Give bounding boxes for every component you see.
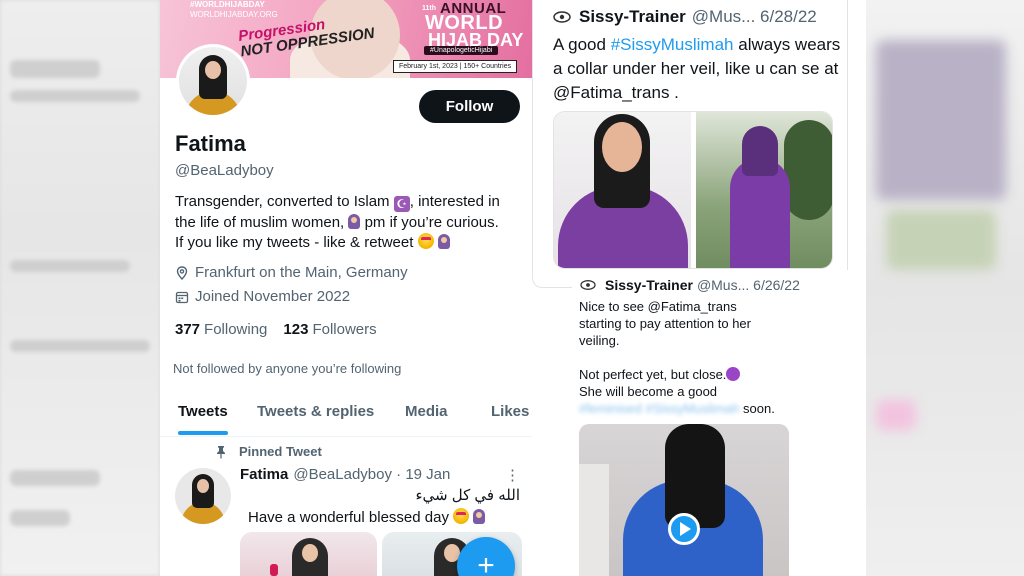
background-right	[866, 0, 1024, 576]
tweet-1-handle-date: @Mus... 6/28/22	[691, 7, 817, 26]
profile-joined: Joined November 2022	[175, 288, 350, 305]
followers-link[interactable]: 123 Followers	[283, 321, 376, 338]
bio-line-1: Transgender, converted to Islam	[175, 193, 390, 210]
woman-headscarf-icon	[348, 213, 361, 229]
followers-label: Followers	[312, 321, 377, 338]
tweet-2-line-a: Not perfect yet, but close.	[579, 367, 727, 382]
star-struck-emoji-icon	[453, 508, 470, 524]
tweet-1-hashtag[interactable]: #SissyMuslimah	[611, 35, 734, 54]
tweet-1-body: A good #SissyMuslimah always wears a col…	[553, 33, 843, 105]
bio-line-1-end: , interested in	[409, 193, 500, 210]
tweet-2-video[interactable]	[579, 424, 789, 576]
plus-icon: +	[477, 549, 495, 576]
tweet-2-paragraph-2: Not perfect yet, but close. She will bec…	[579, 366, 779, 417]
tweet-2-body: Nice to see @Fatima_trans starting to pa…	[579, 298, 779, 417]
tweet-1-photo-2[interactable]	[696, 112, 832, 268]
following-label: Following	[204, 321, 268, 338]
following-count: 377	[175, 321, 201, 338]
pinned-tweet-avatar[interactable]	[175, 468, 231, 524]
profile-location-text: Frankfurt on the Main, Germany	[195, 264, 408, 281]
tweet-2-blurred-hashtags: #feminised #SissyMuslimah	[579, 401, 740, 416]
more-options-icon[interactable]: ⋮	[505, 466, 520, 484]
tweets-panel: Sissy-Trainer @Mus... 6/28/22 A good #Si…	[532, 0, 866, 576]
profile-counts: 377 Following 123 Followers	[175, 321, 393, 338]
tweet-card-1[interactable]: Sissy-Trainer @Mus... 6/28/22 A good #Si…	[532, 0, 848, 288]
tweet-2-author[interactable]: Sissy-Trainer	[605, 277, 693, 293]
tweet-1-media[interactable]	[553, 111, 833, 269]
pinned-tweet-text-line: Have a wonderful blessed day	[248, 508, 486, 526]
followers-count: 123	[283, 321, 309, 338]
profile-handle: @BeaLadyboy	[175, 162, 274, 179]
devil-emoji-icon	[726, 367, 741, 381]
woman-headscarf-icon	[473, 509, 486, 524]
tab-media[interactable]: Media	[405, 395, 448, 420]
tweet-2-line-c: soon.	[743, 401, 775, 416]
banner-url: WORLDHIJABDAY.ORG	[190, 10, 278, 19]
profile-joined-text: Joined November 2022	[195, 288, 351, 305]
crescent-moon-icon: ☪	[393, 196, 410, 212]
profile-avatar[interactable]	[176, 44, 250, 118]
bio-line-3: If you like my tweets - like & retweet	[175, 234, 414, 251]
profile-location: Frankfurt on the Main, Germany	[175, 264, 408, 281]
profile-tabs: Tweets Tweets & replies Media Likes	[160, 395, 532, 437]
tweet-2-handle-date: @Mus... 6/26/22	[696, 277, 800, 293]
user-avatar-icon	[580, 280, 596, 290]
user-avatar-icon	[553, 11, 571, 23]
tweet-card-2[interactable]: Sissy-Trainer @Mus... 6/26/22 Nice to se…	[572, 270, 866, 576]
tweet-2-header: Sissy-Trainer @Mus... 6/26/22	[580, 277, 800, 293]
tweet-1-header: Sissy-Trainer @Mus... 6/28/22	[553, 7, 817, 27]
tweet-1-text-start: A good	[553, 35, 606, 54]
pinned-tweet-author[interactable]: Fatima	[240, 466, 288, 483]
play-icon[interactable]	[668, 513, 700, 545]
bio-line-2: the life of muslim women,	[175, 213, 345, 231]
following-link[interactable]: 377 Following	[175, 321, 267, 338]
tab-tweets[interactable]: Tweets	[178, 395, 228, 435]
woman-headscarf-icon	[437, 234, 450, 249]
pinned-tweet-label: Pinned Tweet	[215, 444, 322, 459]
background-left	[0, 0, 160, 576]
pinned-tweet-header: Fatima @BeaLadyboy · 19 Jan	[240, 466, 450, 483]
banner-tagline: #WORLDHIJABDAY	[190, 0, 265, 9]
not-followed-notice: Not followed by anyone you’re following	[173, 361, 402, 376]
pinned-tweet-text: Pinned Tweet	[239, 444, 322, 459]
tab-tweets-replies[interactable]: Tweets & replies	[257, 395, 374, 420]
banner-hashtag: #UnapologeticHijabi	[424, 46, 499, 55]
banner-event-ordinal: 11th	[422, 5, 437, 12]
location-pin-icon	[176, 265, 188, 280]
pin-icon	[217, 445, 225, 458]
calendar-icon	[175, 291, 189, 303]
pinned-tweet-body: Have a wonderful blessed day	[248, 509, 449, 526]
tweet-1-photo-1[interactable]	[554, 112, 691, 268]
tweet-2-line-b: She will become a good	[579, 384, 718, 399]
pinned-tweet-arabic: الله في كل شيء	[415, 487, 520, 504]
profile-panel: #WORLDHIJABDAY WORLDHIJABDAY.ORG Progres…	[160, 0, 532, 576]
follow-button[interactable]: Follow	[419, 90, 520, 123]
profile-display-name: Fatima	[175, 131, 246, 156]
pinned-tweet-image-1[interactable]	[240, 532, 377, 576]
bio-line-2-end: pm if you’re curious.	[364, 213, 499, 231]
tweet-2-paragraph-1: Nice to see @Fatima_trans starting to pa…	[579, 299, 751, 348]
star-struck-emoji-icon	[417, 233, 434, 249]
pinned-tweet-handle-date: @BeaLadyboy · 19 Jan	[293, 466, 451, 483]
banner-date: February 1st, 2023 | 150+ Countries	[393, 60, 518, 73]
tab-likes[interactable]: Likes	[491, 395, 529, 420]
tweet-1-author[interactable]: Sissy-Trainer	[579, 7, 686, 27]
profile-bio: Transgender, converted to Islam ☪, inter…	[175, 192, 525, 254]
